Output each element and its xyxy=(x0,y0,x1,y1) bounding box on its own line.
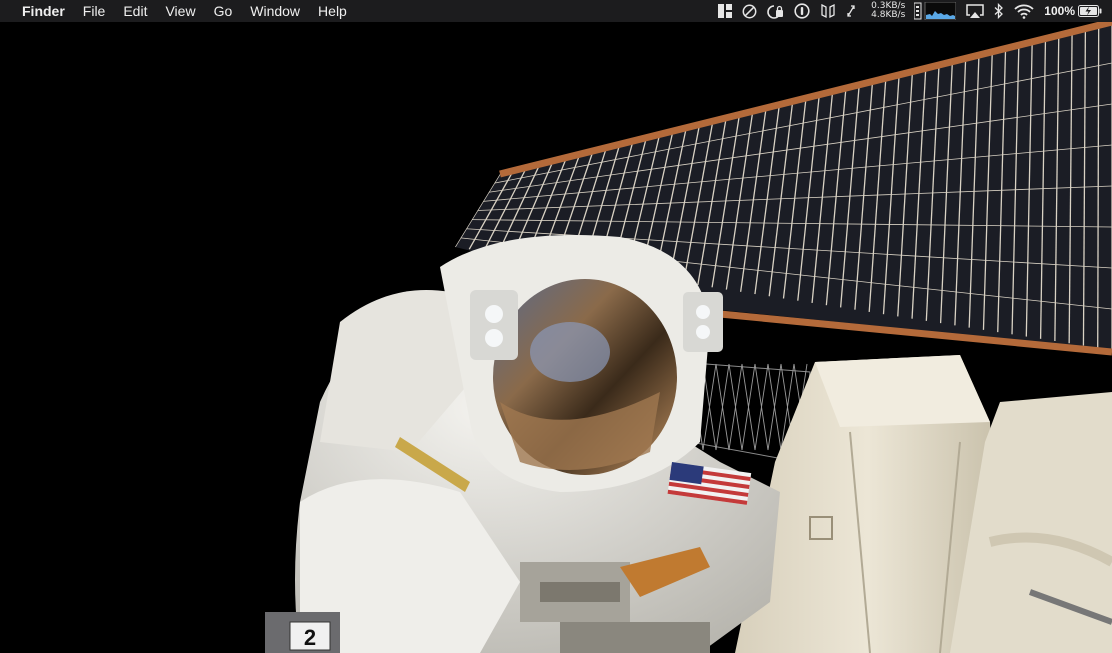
helmet-light-left xyxy=(470,290,518,360)
network-speed[interactable]: 0.3KB/s 4.8KB/s xyxy=(871,2,905,20)
menu-bar-left: ● Finder File Edit View Go Window Help xyxy=(0,0,356,22)
menu-bar: ● Finder File Edit View Go Window Help xyxy=(0,0,1112,22)
menu-app-finder[interactable]: Finder xyxy=(6,0,74,22)
badge-number: 2 xyxy=(304,625,316,650)
airplay-icon[interactable] xyxy=(966,0,985,22)
menu-go[interactable]: Go xyxy=(205,0,242,22)
battery-status[interactable]: 100% xyxy=(1044,0,1102,22)
lock-clock-icon[interactable] xyxy=(767,0,784,22)
menu-help[interactable]: Help xyxy=(309,0,356,22)
bluetooth-icon[interactable] xyxy=(994,0,1004,22)
menu-file[interactable]: File xyxy=(74,0,115,22)
wifi-icon[interactable] xyxy=(1014,0,1034,22)
info-icon[interactable] xyxy=(794,0,810,22)
battery-percent: 100% xyxy=(1044,4,1075,18)
helmet-light-right xyxy=(683,292,723,352)
bracket-icon[interactable] xyxy=(820,0,836,22)
desktop: ● Finder File Edit View Go Window Help xyxy=(0,0,1112,653)
cpu-graph-icon[interactable] xyxy=(914,0,957,22)
apple-menu-icon[interactable]: ● xyxy=(0,0,6,22)
menu-edit[interactable]: Edit xyxy=(114,0,156,22)
resize-icon[interactable] xyxy=(846,0,856,22)
do-not-disturb-icon[interactable] xyxy=(742,0,757,22)
wallpaper-astronaut: 2 xyxy=(0,22,1112,653)
battery-charging-icon xyxy=(1078,5,1102,17)
menu-bar-status-area: 0.3KB/s 4.8KB/s 100% xyxy=(713,0,1112,22)
menu-window[interactable]: Window xyxy=(241,0,309,22)
menu-view[interactable]: View xyxy=(156,0,204,22)
magnet-icon[interactable] xyxy=(718,0,733,22)
network-download: 4.8KB/s xyxy=(871,10,906,20)
